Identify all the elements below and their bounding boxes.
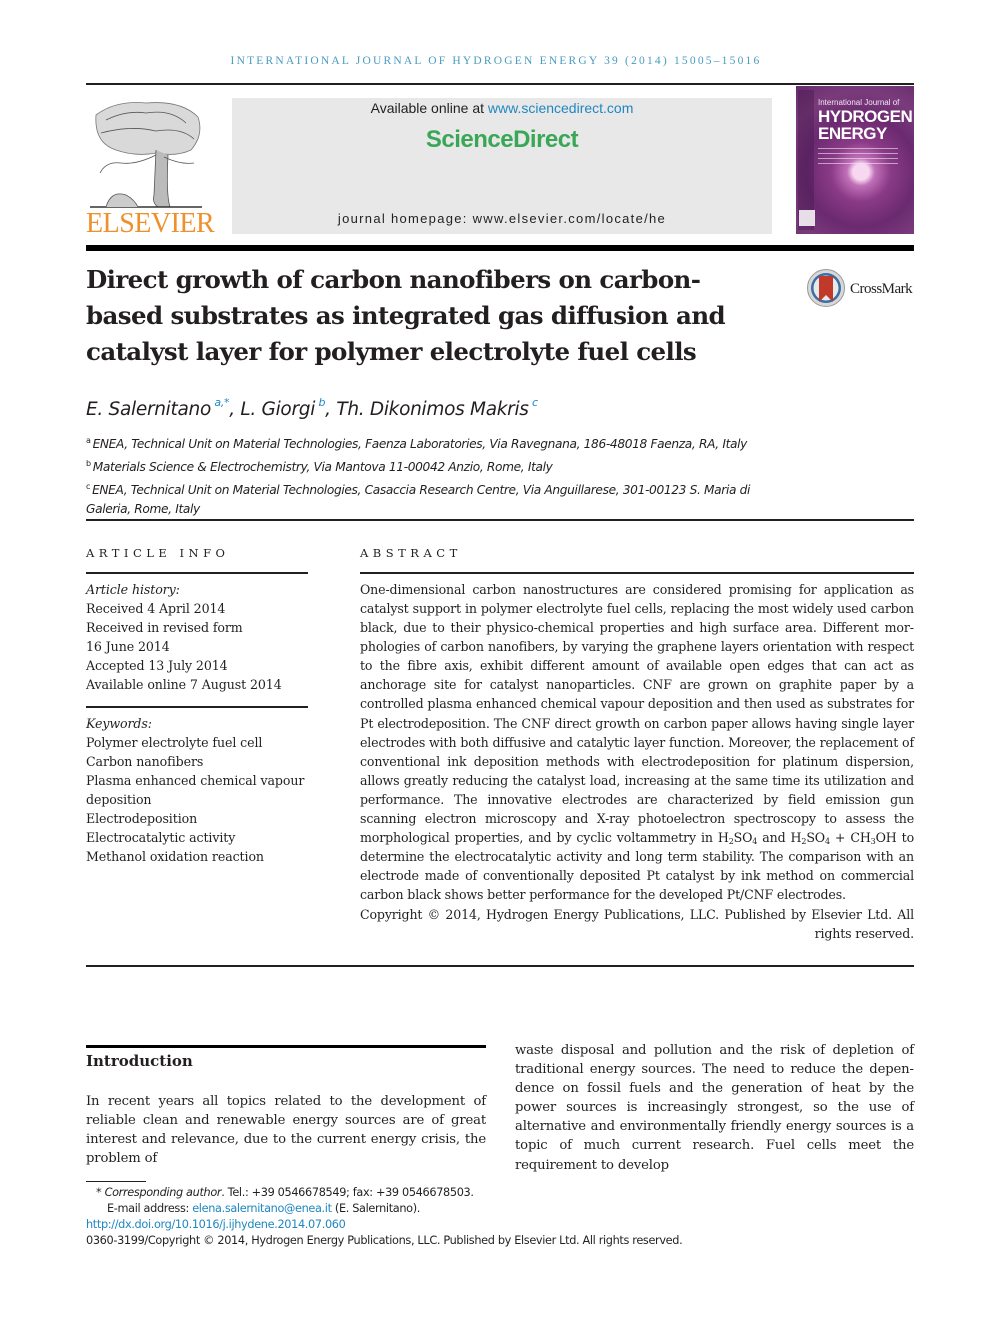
- affiliation-text: ENEA, Technical Unit on Material Technol…: [86, 483, 751, 516]
- available-online-line: Available online at www.sciencedirect.co…: [232, 100, 772, 116]
- issn-copyright: 0360-3199/Copyright © 2014, Hydrogen Ene…: [86, 1234, 683, 1247]
- history-item: Accepted 13 July 2014: [86, 658, 228, 673]
- author-list: E. Salernitano a,*, L. Giorgi b, Th. Dik…: [86, 396, 538, 420]
- article-info-rule: [86, 572, 308, 574]
- affiliation-item: a ENEA, Technical Unit on Material Techno…: [86, 431, 786, 454]
- footnotes: * Corresponding author. Tel.: +39 054667…: [86, 1185, 846, 1249]
- author-name[interactable]: E. Salernitano: [86, 399, 211, 420]
- introduction-col2-text: waste disposal and pollution and the ris…: [515, 1043, 914, 1173]
- article-history-label: Article history:: [86, 582, 180, 597]
- affiliation-mark: c: [86, 482, 91, 491]
- abstract-heading: ABSTRACT: [360, 546, 462, 560]
- journal-cover-image[interactable]: International Journal of HYDROGEN ENERGY: [796, 86, 914, 234]
- abstract-text-part: and: [757, 830, 791, 846]
- footnote-rule: [86, 1181, 146, 1182]
- abstract-bottom-divider: [86, 965, 914, 967]
- affiliation-text: Materials Science & Electrochemistry, Vi…: [92, 460, 553, 474]
- sciencedirect-logo[interactable]: ScienceDirect: [232, 126, 772, 154]
- history-item: Received in revised form: [86, 620, 243, 635]
- introduction-rule: [86, 1045, 486, 1048]
- corresponding-author-note: * Corresponding author. Tel.: +39 054667…: [96, 1186, 474, 1199]
- introduction-heading: Introduction: [86, 1052, 193, 1070]
- article-title: Direct growth of carbon nanofibers on ca…: [86, 265, 726, 366]
- history-item: Available online 7 August 2014: [86, 677, 282, 692]
- abstract-text-part: One-dimensional carbon nanostructures ar…: [360, 582, 914, 846]
- affiliation-mark: a: [86, 436, 91, 445]
- history-item: 16 June 2014: [86, 639, 170, 654]
- sciencedirect-link[interactable]: www.sciencedirect.com: [488, 100, 634, 116]
- elsevier-wordmark: ELSEVIER: [86, 208, 215, 239]
- cover-journal-line: International Journal of: [818, 98, 900, 107]
- email-suffix: (E. Salernitano).: [331, 1202, 421, 1215]
- crossmark-icon[interactable]: [806, 268, 846, 308]
- keyword-item[interactable]: Plasma enhanced chemical vapour depositi…: [86, 771, 308, 809]
- available-online-text: Available online at: [370, 100, 488, 116]
- cover-title-line2: ENERGY: [818, 124, 887, 143]
- email-link[interactable]: elena.salernitano@enea.it: [192, 1202, 332, 1215]
- corresponding-author-label: Corresponding author: [104, 1186, 222, 1199]
- keywords: Keywords: Polymer electrolyte fuel cell …: [86, 714, 308, 866]
- author-marks[interactable]: a,*: [214, 396, 229, 409]
- keywords-rule: [86, 706, 308, 708]
- top-rule: [86, 83, 914, 85]
- contact-info: . Tel.: +39 0546678549; fax: +39 0546678…: [221, 1186, 474, 1199]
- abstract-text: One-dimensional carbon nanostructures ar…: [360, 580, 914, 904]
- keywords-label: Keywords:: [86, 716, 152, 731]
- crossmark-label[interactable]: CrossMark: [850, 281, 913, 298]
- author-name[interactable]: L. Giorgi: [240, 399, 315, 420]
- affiliation-item: b Materials Science & Electrochemistry, V…: [86, 454, 786, 477]
- header-divider: [86, 245, 914, 251]
- doi-line: http://dx.doi.org/10.1016/j.ijhydene.201…: [86, 1217, 846, 1233]
- email-note: E-mail address: elena.salernitano@enea.i…: [86, 1201, 846, 1217]
- abstract-rule: [360, 572, 914, 574]
- email-label: E-mail address:: [107, 1202, 193, 1215]
- formula-h2so4-ch3oh: H2SO4 + CH3OH: [790, 830, 897, 847]
- affiliation-item: c ENEA, Technical Unit on Material Techno…: [86, 477, 786, 519]
- author-marks[interactable]: b: [318, 396, 325, 409]
- author-marks[interactable]: c: [532, 396, 538, 409]
- affiliation-mark: b: [86, 459, 91, 468]
- abstract-copyright: Copyright © 2014, Hydrogen Energy Public…: [360, 907, 914, 941]
- author-name[interactable]: Th. Dikonimos Makris: [336, 399, 529, 420]
- running-head: INTERNATIONAL JOURNAL OF HYDROGEN ENERGY…: [230, 55, 762, 67]
- cover-title: HYDROGEN ENERGY: [818, 107, 913, 143]
- formula-h2so4: H2SO4: [717, 830, 758, 847]
- cover-side-strip: [798, 90, 814, 230]
- keyword-item[interactable]: Methanol oxidation reaction: [86, 847, 308, 866]
- cover-editor-lines: [818, 148, 898, 168]
- keyword-item[interactable]: Electrocatalytic activity: [86, 828, 308, 847]
- introduction-col1-text: In recent years all topics related to th…: [86, 1094, 486, 1167]
- keyword-item[interactable]: Carbon nanofibers: [86, 752, 308, 771]
- article-history: Article history: Received 4 April 2014 R…: [86, 580, 308, 694]
- journal-homepage[interactable]: journal homepage: www.elsevier.com/locat…: [232, 211, 772, 226]
- affiliations: a ENEA, Technical Unit on Material Techno…: [86, 431, 786, 519]
- doi-link[interactable]: http://dx.doi.org/10.1016/j.ijhydene.201…: [86, 1218, 346, 1231]
- keyword-item[interactable]: Electrodeposition: [86, 809, 308, 828]
- history-item: Received 4 April 2014: [86, 601, 226, 616]
- affiliation-text: ENEA, Technical Unit on Material Technol…: [92, 437, 748, 451]
- cover-title-line1: HYDROGEN: [818, 107, 913, 126]
- keyword-item[interactable]: Polymer electrolyte fuel cell: [86, 733, 308, 752]
- front-matter-divider: [86, 519, 914, 521]
- article-info-heading: ARTICLE INFO: [86, 546, 230, 560]
- cover-badge-icon: [799, 210, 815, 226]
